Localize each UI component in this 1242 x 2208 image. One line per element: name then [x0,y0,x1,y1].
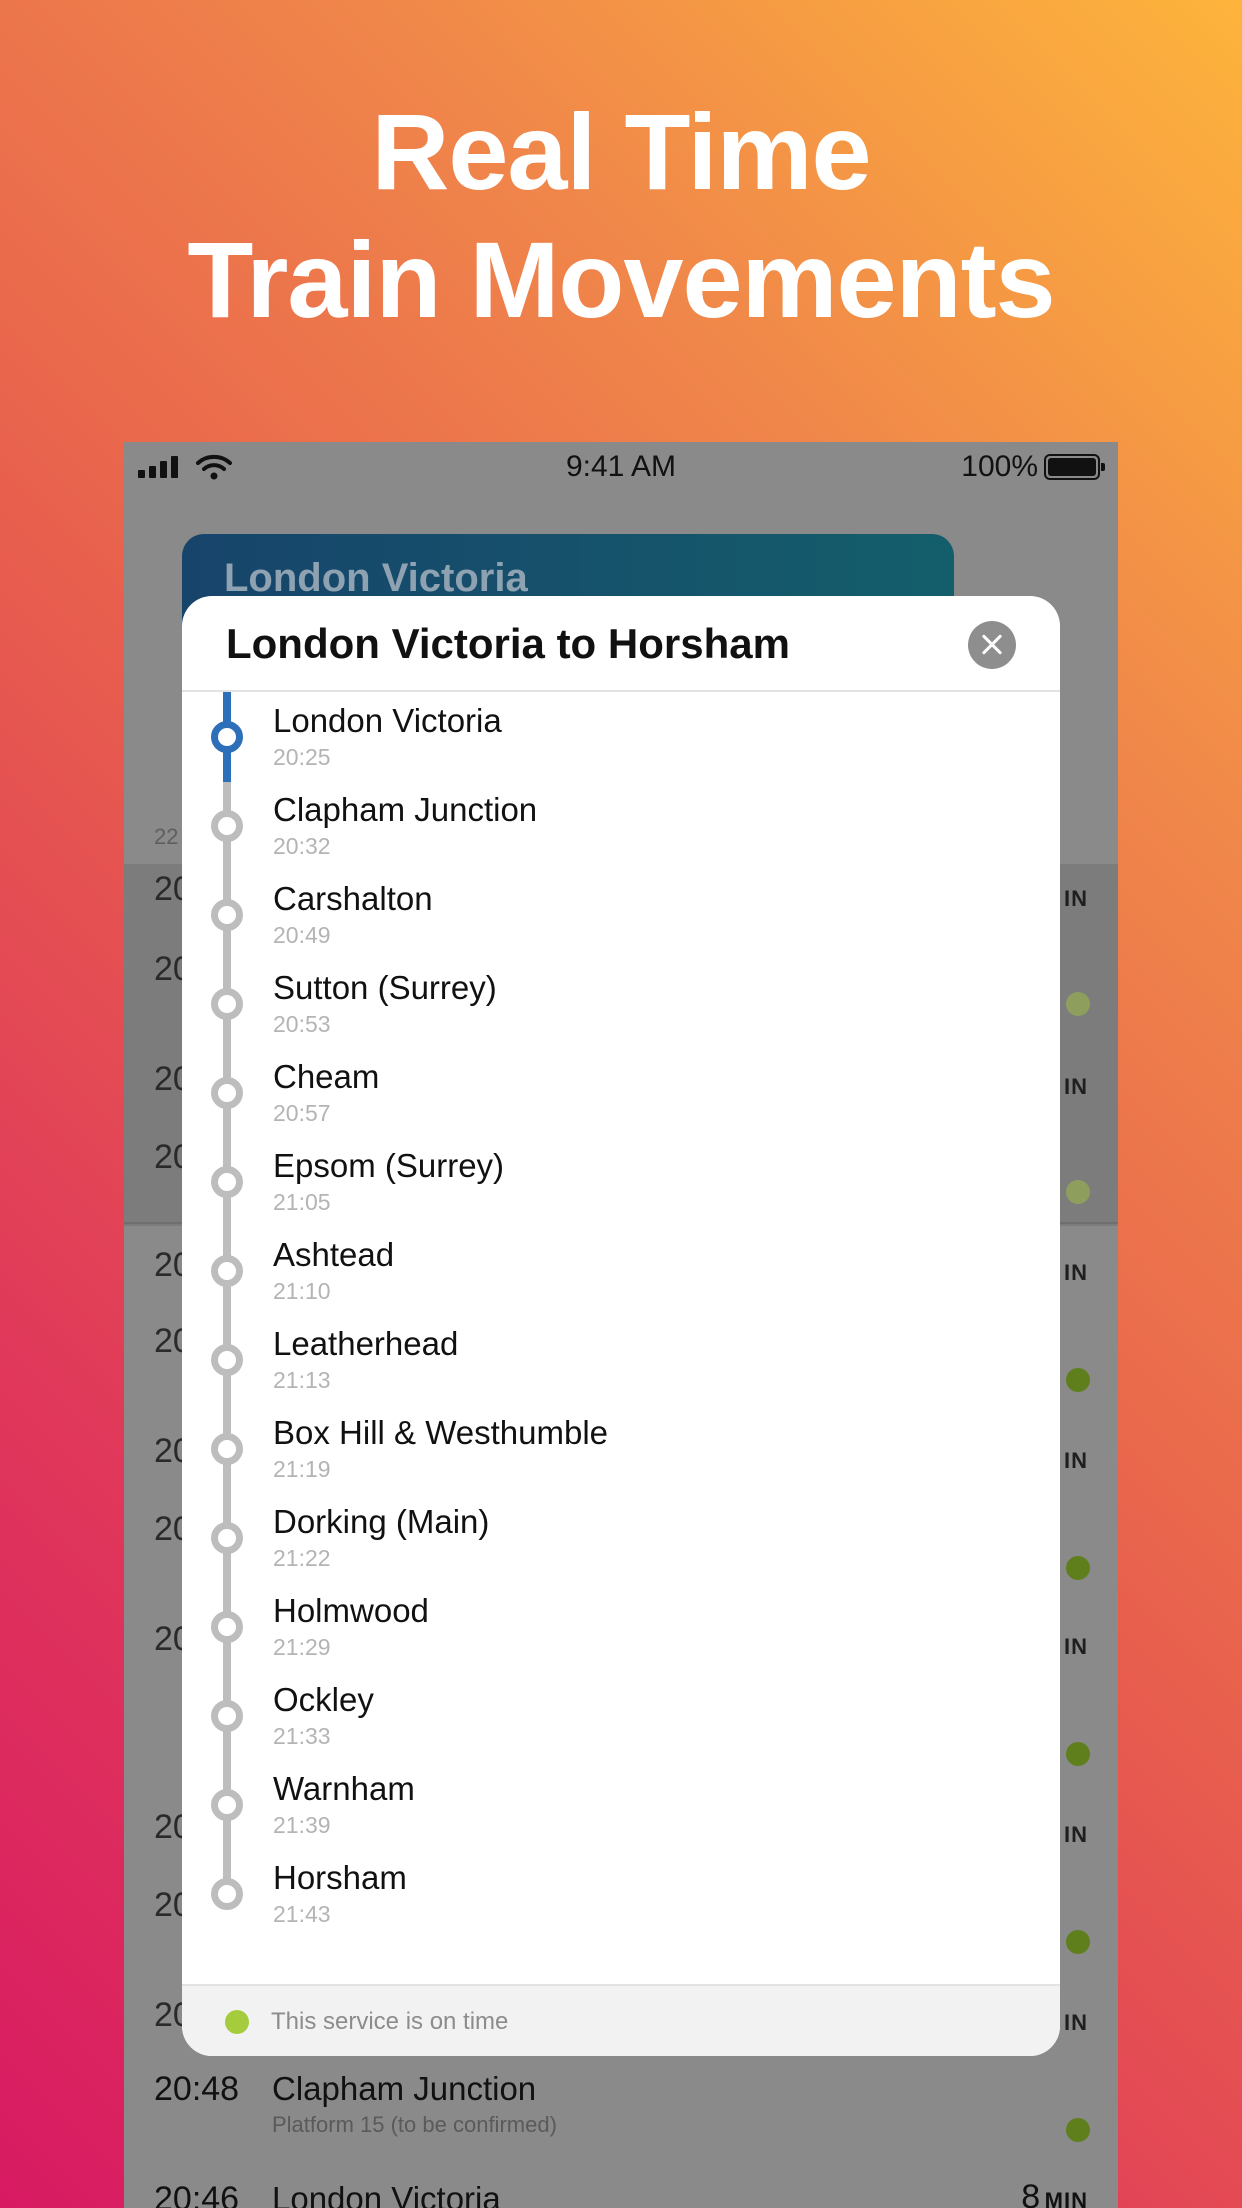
departure-minutes: IN [1064,1074,1088,1099]
service-status-bar: This service is on time [182,1984,1060,2056]
on-time-dot [1066,1742,1090,1766]
stop-item[interactable]: Clapham Junction 20:32 [182,781,1060,870]
stop-name: Warnham [273,1770,415,1807]
stop-item[interactable]: Dorking (Main) 21:22 [182,1493,1060,1582]
departure-minutes: IN [1064,1260,1088,1285]
modal-header: London Victoria to Horsham [182,596,1060,692]
departure-row[interactable]: 20:46 London Victoria [154,2180,501,2208]
headline: Real Time Train Movements [0,88,1242,344]
stop-name: Box Hill & Westhumble [273,1414,609,1451]
departure-platform: Platform 15 (to be confirmed) [272,2112,557,2137]
stop-time: 20:25 [273,744,331,770]
close-button[interactable] [968,621,1016,669]
stop-name: Ashtead [273,1236,395,1273]
stop-name: Sutton (Surrey) [273,969,497,1006]
stop-time: 20:32 [273,833,331,859]
stop-time: 21:33 [273,1723,331,1749]
stop-marker-icon [211,1166,243,1198]
status-bar: 9:41 AM 100% [124,442,1118,492]
stop-name: Ockley [273,1681,374,1718]
stop-item[interactable]: Leatherhead 21:13 [182,1315,1060,1404]
stop-marker-icon [211,810,243,842]
departure-time: 20:48 [154,2070,240,2108]
departure-destination: London Victoria [272,2180,501,2208]
on-time-status-icon [225,2010,249,2034]
stop-item[interactable]: London Victoria 20:25 [182,692,1060,781]
service-detail-modal: London Victoria to Horsham London Victor… [182,596,1060,2056]
stop-name: Clapham Junction [273,791,538,828]
departure-minutes: IN [1064,1634,1088,1659]
stop-time: 21:43 [273,1901,331,1927]
stop-list: London Victoria 20:25 Clapham Junction 20:… [182,692,1060,1938]
departure-minutes: IN [1064,1448,1088,1473]
stop-time: 21:29 [273,1634,331,1660]
stop-item[interactable]: Epsom (Surrey) 21:05 [182,1137,1060,1226]
departure-eta-unit: MIN [1044,2188,1088,2208]
departure-row[interactable]: 20:48 Clapham Junction Platform 15 (to b… [154,2070,557,2137]
stop-marker-icon [211,1878,243,1910]
departure-time: 20:46 [154,2180,240,2208]
stop-item[interactable]: Ockley 21:33 [182,1671,1060,1760]
on-time-dot [1066,2118,1090,2142]
on-time-dot [1066,1180,1090,1204]
on-time-dot [1066,1556,1090,1580]
modal-title: London Victoria to Horsham [226,620,790,667]
departure-eta-value: 8 [1021,2178,1041,2208]
headline-line-2: Train Movements [187,219,1055,340]
stop-name: Epsom (Surrey) [273,1147,505,1184]
stop-name: Dorking (Main) [273,1503,490,1540]
stop-marker-icon [211,1433,243,1465]
stop-marker-icon [211,988,243,1020]
stop-name: Leatherhead [273,1325,459,1362]
departure-minutes: IN [1064,886,1088,911]
stop-name: Carshalton [273,880,433,917]
on-time-dot [1066,1368,1090,1392]
stop-item[interactable]: Cheam 20:57 [182,1048,1060,1137]
stop-item[interactable]: Ashtead 21:10 [182,1226,1060,1315]
stop-marker-icon [211,1344,243,1376]
stop-marker-icon [211,1077,243,1109]
stop-time: 21:22 [273,1545,331,1571]
stop-time: 21:13 [273,1367,331,1393]
stop-marker-icon [211,1522,243,1554]
on-time-dot [1066,1930,1090,1954]
battery-icon [1044,454,1105,480]
headline-line-1: Real Time [371,91,871,212]
stop-time: 21:05 [273,1189,331,1215]
stop-name: Holmwood [273,1592,429,1629]
stop-name: Horsham [273,1859,407,1896]
stop-time: 21:39 [273,1812,331,1838]
departure-date: 22 [154,824,179,849]
stop-time: 21:19 [273,1456,331,1482]
stop-item[interactable]: Sutton (Surrey) 20:53 [182,959,1060,1048]
stop-item[interactable]: Warnham 21:39 [182,1760,1060,1849]
stop-item[interactable]: Holmwood 21:29 [182,1582,1060,1671]
stop-item[interactable]: Carshalton 20:49 [182,870,1060,959]
station-header-title: London Victoria [224,556,528,600]
service-status-text: This service is on time [271,2008,509,2035]
stop-marker-icon [211,721,243,753]
stop-time: 20:53 [273,1011,331,1037]
departure-eta: 8 MIN [1021,2178,1088,2208]
stop-name: Cheam [273,1058,380,1095]
departure-minutes: IN [1064,2010,1088,2035]
stop-marker-icon [211,1789,243,1821]
stop-marker-icon [211,1611,243,1643]
stop-marker-icon [211,899,243,931]
stop-time: 20:49 [273,922,331,948]
stop-item[interactable]: Horsham 21:43 [182,1849,1060,1938]
stop-item[interactable]: Box Hill & Westhumble 21:19 [182,1404,1060,1493]
stop-time: 21:10 [273,1278,331,1304]
on-time-dot [1066,992,1090,1016]
stop-name: London Victoria [273,702,502,739]
stop-marker-icon [211,1255,243,1287]
stop-time: 20:57 [273,1100,331,1126]
departure-destination: Clapham Junction [272,2070,537,2107]
departure-minutes: IN [1064,1822,1088,1847]
battery-percentage: 100% [961,450,1038,483]
stop-marker-icon [211,1700,243,1732]
